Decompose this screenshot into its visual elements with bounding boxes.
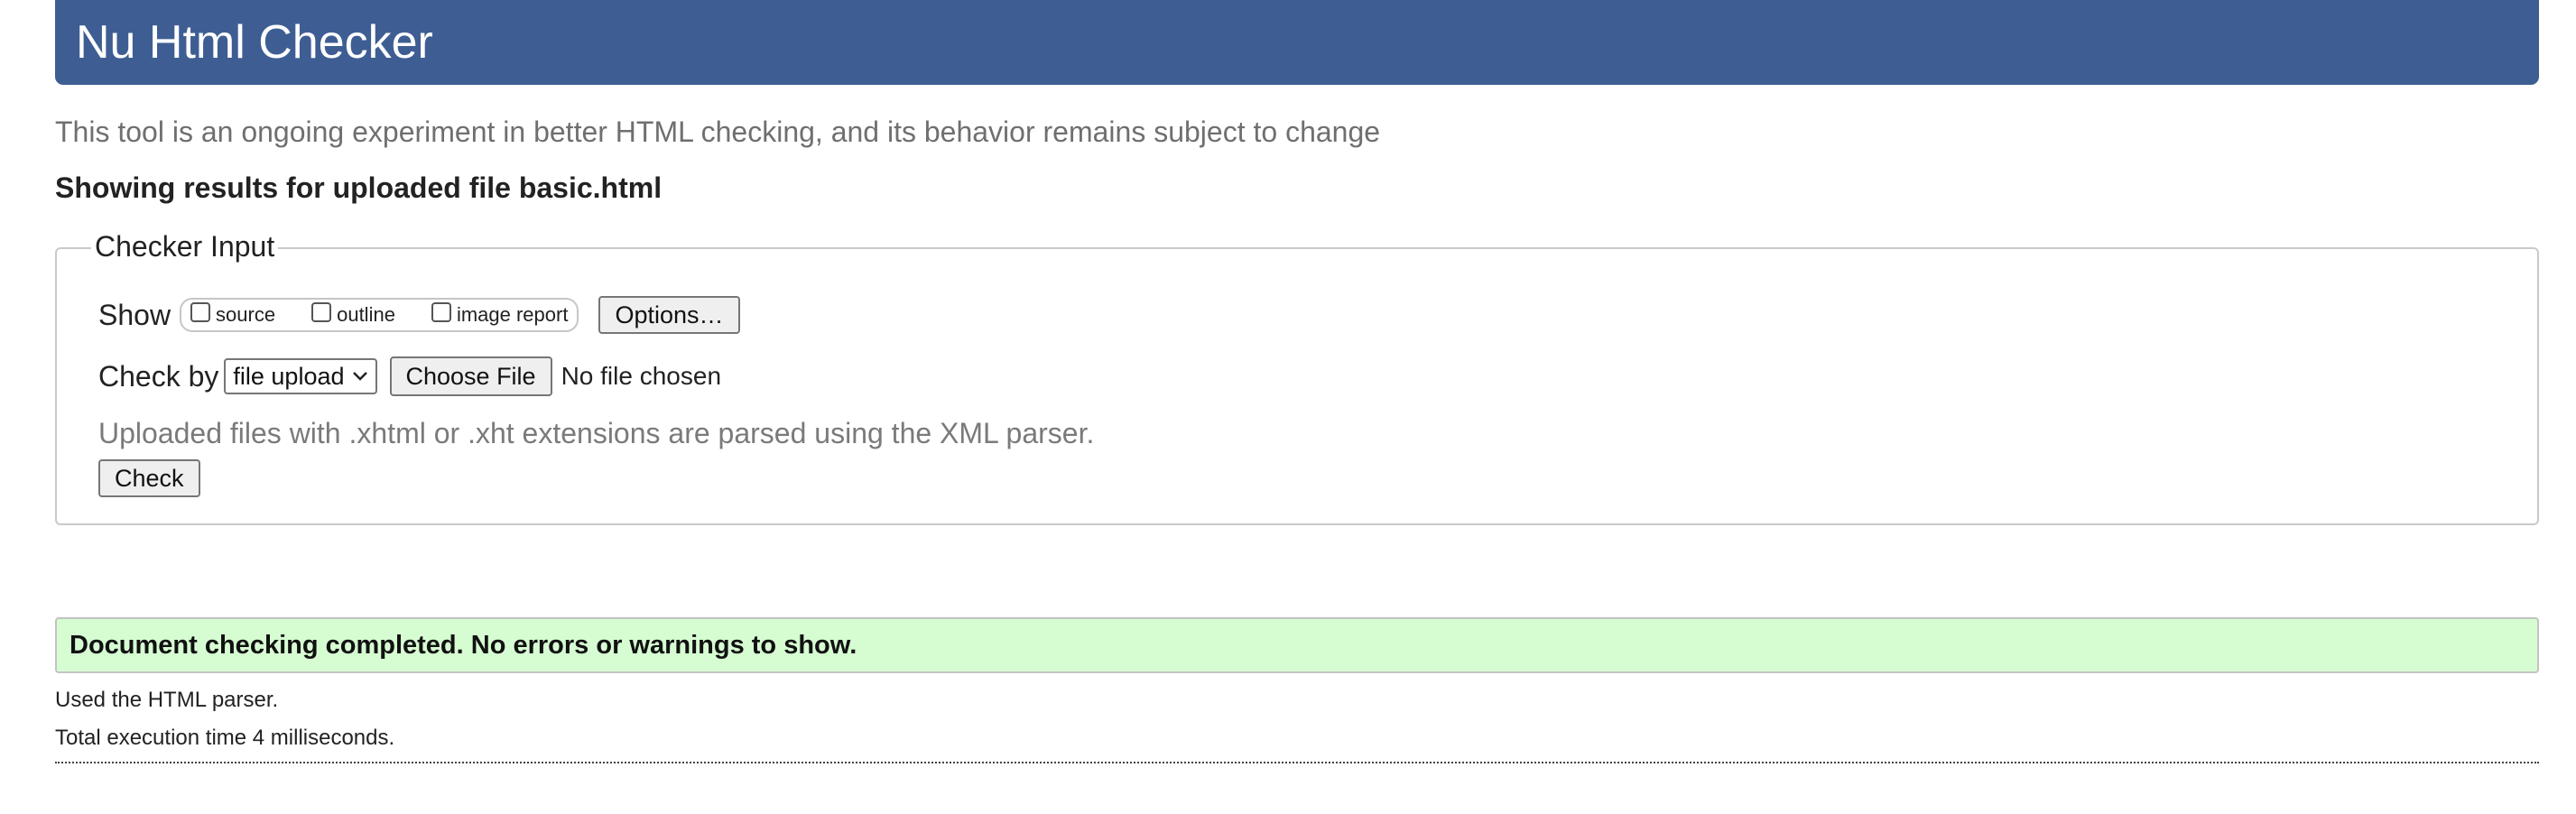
check-by-select[interactable]: file upload: [224, 358, 377, 394]
outline-checkbox[interactable]: [311, 302, 332, 322]
xml-parser-note: Uploaded files with .xhtml or .xht exten…: [98, 417, 1095, 449]
source-checkbox[interactable]: [190, 302, 211, 322]
parser-info: Used the HTML parser.: [55, 688, 279, 712]
check-by-row: Check by file upload Choose File No file…: [98, 356, 721, 397]
outline-label: outline: [337, 303, 395, 326]
check-by-selected-value: file upload: [233, 362, 345, 390]
show-options-row: Show source outline image report Options…: [98, 294, 740, 336]
tool-description: This tool is an ongoing experiment in be…: [55, 116, 1381, 148]
chevron-down-icon: [352, 366, 368, 387]
show-image-report-option[interactable]: image report: [431, 302, 569, 327]
show-source-option[interactable]: source: [190, 302, 276, 327]
page-title: Nu Html Checker: [76, 16, 433, 69]
page: Nu Html Checker This tool is an ongoing …: [55, 0, 2539, 763]
choose-file-button[interactable]: Choose File: [389, 356, 552, 396]
dotted-divider: [55, 762, 2539, 763]
show-outline-option[interactable]: outline: [311, 302, 395, 327]
no-file-chosen-text: No file chosen: [561, 362, 722, 390]
success-message: Document checking completed. No errors o…: [55, 617, 2539, 673]
checker-input-legend: Checker Input: [91, 229, 279, 264]
show-options-group: source outline image report: [180, 298, 579, 332]
checker-input-fieldset: Checker Input Show source outline image …: [55, 229, 2539, 525]
check-by-label: Check by: [98, 359, 219, 393]
execution-time: Total execution time 4 milliseconds.: [55, 726, 395, 750]
show-label: Show: [98, 298, 171, 331]
options-button[interactable]: Options…: [598, 296, 740, 334]
results-heading: Showing results for uploaded file basic.…: [55, 171, 663, 204]
image-report-label: image report: [456, 303, 569, 326]
source-label: source: [216, 303, 276, 326]
check-button[interactable]: Check: [98, 459, 200, 497]
image-report-checkbox[interactable]: [431, 302, 451, 322]
header-banner: Nu Html Checker: [55, 0, 2539, 85]
